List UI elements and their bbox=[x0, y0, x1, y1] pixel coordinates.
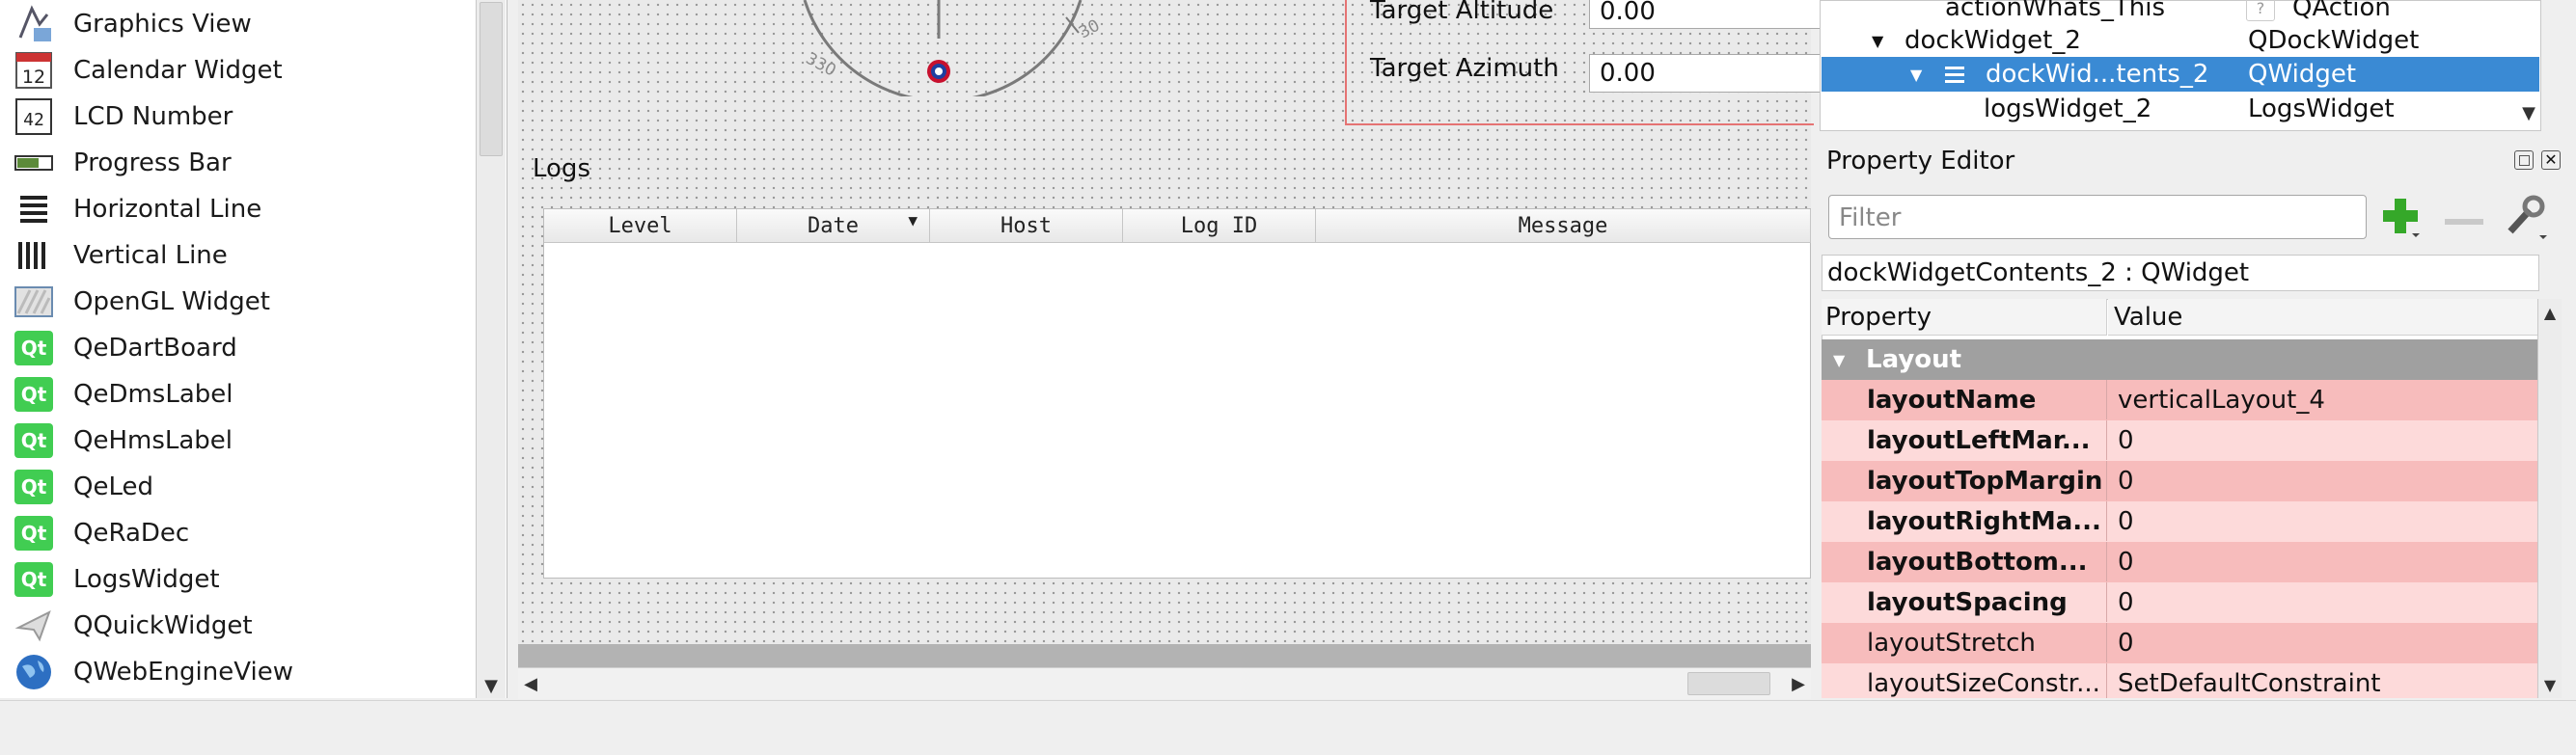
scroll-right-icon[interactable]: ▶ bbox=[1786, 668, 1811, 699]
widget-item-qeled[interactable]: Qt QeLed bbox=[14, 465, 467, 509]
svg-text:12: 12 bbox=[22, 67, 45, 88]
float-dock-icon[interactable] bbox=[2514, 150, 2534, 170]
configure-wrench-icon[interactable] bbox=[2505, 193, 2547, 241]
column-header-date[interactable]: Date ▼ bbox=[737, 209, 930, 243]
property-row-layoutname[interactable]: layoutName verticalLayout_4 bbox=[1822, 380, 2539, 420]
widget-item-logswidget[interactable]: Qt LogsWidget bbox=[14, 557, 467, 602]
calendar-icon: 12 bbox=[14, 51, 54, 90]
scroll-down-icon[interactable]: ▼ bbox=[2538, 673, 2562, 696]
widget-box-scrollbar[interactable]: ▼ bbox=[476, 0, 506, 698]
add-property-icon[interactable] bbox=[2379, 195, 2422, 239]
qt-icon: Qt bbox=[14, 514, 54, 553]
widget-item-vertical-line[interactable]: Vertical Line bbox=[14, 233, 467, 278]
widget-item-progress-bar[interactable]: Progress Bar bbox=[14, 141, 467, 185]
qt-icon: Qt bbox=[14, 329, 54, 367]
canvas-separator bbox=[518, 644, 1811, 667]
globe-icon bbox=[14, 653, 54, 691]
property-row-layoutrightmargin[interactable]: layoutRightMa... 0 bbox=[1822, 501, 2539, 542]
target-marker-icon bbox=[927, 60, 950, 83]
property-editor-title: Property Editor bbox=[1826, 147, 2015, 175]
property-group-layout[interactable]: ▼ Layout bbox=[1822, 339, 2539, 380]
layout-icon bbox=[1945, 64, 1964, 85]
column-header-property[interactable]: Property bbox=[1822, 299, 2107, 336]
lcd-number-icon: 42 bbox=[14, 97, 54, 136]
tree-row-dockwidgetcontents-2[interactable]: ▼ dockWid...tents_2 QWidget bbox=[1822, 57, 2539, 92]
logs-table[interactable]: Level Date ▼ Host Log ID Message bbox=[543, 208, 1811, 579]
expand-arrow-icon[interactable]: ▼ bbox=[1872, 32, 1883, 50]
column-header-log-id[interactable]: Log ID bbox=[1123, 209, 1316, 243]
widget-item-graphics-view[interactable]: Graphics View bbox=[14, 2, 467, 46]
scroll-down-icon[interactable]: ▼ bbox=[477, 673, 506, 698]
action-icon: ? bbox=[2246, 0, 2275, 21]
qt-icon: Qt bbox=[14, 468, 54, 506]
property-scrollbar[interactable]: ▲ ▼ bbox=[2537, 299, 2562, 698]
tree-row-actionwhats-this[interactable]: actionWhats_This ? QAction bbox=[1822, 0, 2539, 25]
scroll-up-icon[interactable]: ▲ bbox=[2538, 301, 2562, 324]
widget-item-calendar-widget[interactable]: 12 Calendar Widget bbox=[14, 48, 467, 93]
collapse-arrow-icon[interactable]: ▼ bbox=[1833, 351, 1845, 369]
tree-row-logswidget-2[interactable]: logsWidget_2 LogsWidget bbox=[1822, 92, 2539, 126]
widget-item-qedartboard[interactable]: Qt QeDartBoard bbox=[14, 326, 467, 370]
widget-item-qedmslabel[interactable]: Qt QeDmsLabel bbox=[14, 372, 467, 417]
status-bar bbox=[0, 700, 2576, 755]
widget-item-qquickwidget[interactable]: QQuickWidget bbox=[14, 604, 467, 648]
widget-item-qehmslabel[interactable]: Qt QeHmsLabel bbox=[14, 418, 467, 463]
property-row-layoutstretch[interactable]: layoutStretch 0 bbox=[1822, 623, 2539, 663]
column-header-host[interactable]: Host bbox=[930, 209, 1123, 243]
expand-arrow-icon[interactable]: ▼ bbox=[1910, 66, 1922, 84]
svg-text:30: 30 bbox=[1076, 16, 1100, 43]
close-dock-icon[interactable]: ✕ bbox=[2541, 150, 2561, 170]
scroll-left-icon[interactable]: ◀ bbox=[518, 668, 543, 699]
widget-item-qwebengineview[interactable]: QWebEngineView bbox=[14, 650, 467, 694]
property-row-layoutbottommargin[interactable]: layoutBottom... 0 bbox=[1822, 542, 2539, 582]
horizontal-line-icon bbox=[14, 190, 54, 229]
target-altitude-label: Target Altitude bbox=[1370, 0, 1554, 25]
tree-row-dockwidget-2[interactable]: ▼ dockWidget_2 QDockWidget bbox=[1822, 23, 2539, 58]
widget-item-opengl-widget[interactable]: OpenGL Widget bbox=[14, 280, 467, 324]
remove-property-icon[interactable] bbox=[2443, 208, 2485, 226]
column-header-level[interactable]: Level bbox=[544, 209, 737, 243]
widget-item-qeradec[interactable]: Qt QeRaDec bbox=[14, 511, 467, 555]
property-row-layoutleftmargin[interactable]: layoutLeftMar... 0 bbox=[1822, 420, 2539, 461]
property-row-layoutsizeconstraint[interactable]: layoutSizeConstr... SetDefaultConstraint bbox=[1822, 663, 2539, 698]
target-azimuth-field[interactable]: 0.00 bbox=[1589, 54, 1821, 93]
target-azimuth-label: Target Azimuth bbox=[1370, 54, 1559, 83]
property-object-label: dockWidgetContents_2 : QWidget bbox=[1822, 255, 2539, 291]
property-row-layouttopmargin[interactable]: layoutTopMargin 0 bbox=[1822, 461, 2539, 501]
sort-descending-icon: ▼ bbox=[908, 211, 918, 229]
opengl-icon bbox=[14, 283, 54, 321]
quick-widget-icon bbox=[14, 607, 54, 645]
canvas-hscrollbar[interactable]: ◀ ▶ bbox=[518, 667, 1811, 699]
logs-title: Logs bbox=[533, 154, 590, 183]
qt-icon: Qt bbox=[14, 375, 54, 414]
progress-bar-icon bbox=[14, 144, 54, 182]
vertical-line-icon bbox=[14, 236, 54, 275]
widget-box-panel: Graphics View 12 Calendar Widget 42 LCD … bbox=[0, 0, 507, 698]
qt-icon: Qt bbox=[14, 560, 54, 599]
widget-item-horizontal-line[interactable]: Horizontal Line bbox=[14, 187, 467, 231]
graphics-view-icon bbox=[14, 5, 54, 43]
tree-scroll-down-icon[interactable]: ▼ bbox=[2518, 100, 2539, 125]
hscroll-thumb[interactable] bbox=[1687, 672, 1770, 695]
svg-text:42: 42 bbox=[23, 110, 44, 130]
qt-icon: Qt bbox=[14, 421, 54, 460]
column-header-message[interactable]: Message bbox=[1316, 209, 1811, 243]
scrollbar-thumb[interactable] bbox=[480, 2, 503, 156]
property-row-layoutspacing[interactable]: layoutSpacing 0 bbox=[1822, 582, 2539, 623]
property-filter-input[interactable]: Filter bbox=[1828, 195, 2367, 239]
target-altitude-field[interactable]: 0.00 bbox=[1589, 0, 1821, 29]
column-header-value[interactable]: Value bbox=[2108, 299, 2537, 336]
widget-item-lcd-number[interactable]: 42 LCD Number bbox=[14, 94, 467, 139]
